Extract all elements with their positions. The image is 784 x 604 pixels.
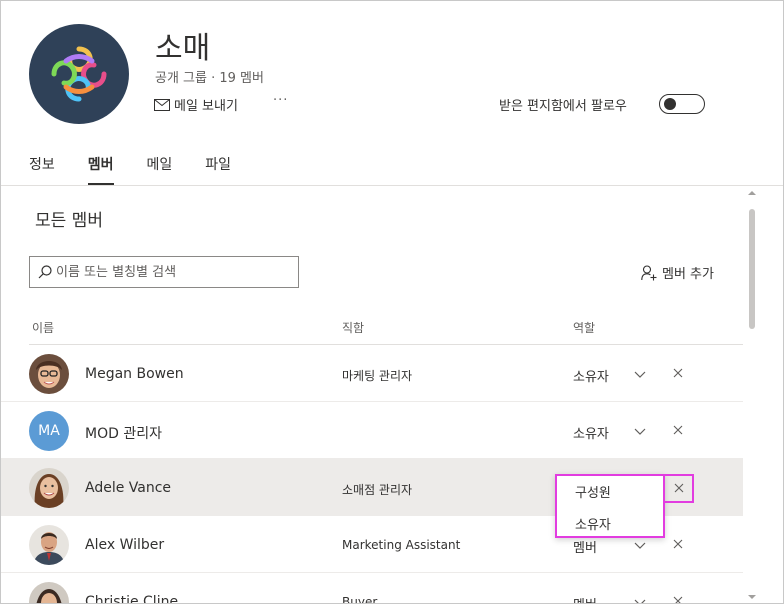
tab-bar: 정보 멤버 메일 파일 — [29, 154, 264, 185]
group-logo — [29, 24, 129, 124]
avatar — [29, 525, 69, 565]
avatar — [29, 468, 69, 508]
send-email-link[interactable]: 메일 보내기 — [154, 95, 238, 114]
more-actions-button[interactable]: ··· — [273, 93, 288, 108]
member-role: 멤버 — [573, 594, 597, 603]
member-name: Christie Cline — [85, 594, 179, 604]
member-name: Alex Wilber — [85, 537, 165, 553]
follow-toggle[interactable] — [659, 94, 705, 114]
column-header-title: 직함 — [342, 321, 365, 335]
chevron-down-icon[interactable] — [633, 367, 647, 381]
close-icon[interactable] — [671, 537, 685, 551]
tab-members[interactable]: 멤버 — [87, 154, 114, 185]
member-role: 소유자 — [573, 370, 609, 385]
search-input[interactable] — [56, 264, 286, 280]
scroll-up-icon[interactable] — [747, 189, 757, 197]
member-name: Megan Bowen — [85, 366, 184, 382]
tab-files[interactable]: 파일 — [205, 154, 231, 185]
group-subtitle: 공개 그룹 · 19 멤버 — [155, 71, 264, 86]
avatar: MA — [29, 411, 69, 451]
scroll-down-icon[interactable] — [747, 593, 757, 601]
role-option-member[interactable]: 구성원 — [575, 482, 611, 501]
scrollbar-thumb[interactable] — [749, 209, 755, 329]
close-icon[interactable] — [671, 366, 685, 380]
avatar — [29, 354, 69, 394]
member-search — [29, 256, 299, 288]
chevron-down-icon[interactable] — [633, 538, 647, 552]
member-name: Adele Vance — [85, 480, 172, 496]
role-dropdown-menu: 구성원 소유자 — [555, 474, 665, 538]
member-title: Marketing Assistant — [342, 538, 461, 552]
group-title: 소매 — [155, 31, 211, 66]
tab-about[interactable]: 정보 — [29, 154, 55, 185]
role-option-owner[interactable]: 소유자 — [575, 514, 611, 533]
mail-icon — [154, 98, 170, 111]
toggle-knob — [664, 98, 676, 110]
add-person-icon — [641, 264, 657, 280]
send-email-label: 메일 보내기 — [174, 99, 238, 114]
member-row[interactable]: MA MOD 관리자 소유자 — [1, 402, 743, 459]
avatar — [29, 582, 69, 603]
members-section-title: 모든 멤버 — [35, 211, 103, 231]
member-title: 소매점 관리자 — [342, 483, 413, 497]
chevron-down-icon[interactable] — [633, 595, 647, 604]
tabs-divider — [1, 185, 783, 186]
follow-label: 받은 편지함에서 팔로우 — [499, 99, 627, 114]
column-header-name: 이름 — [32, 321, 55, 335]
member-name: MOD 관리자 — [85, 426, 162, 442]
search-icon — [38, 265, 52, 279]
chevron-down-icon[interactable] — [633, 424, 647, 438]
member-title: Buyer — [342, 595, 378, 604]
member-row[interactable]: Megan Bowen 마케팅 관리자 소유자 — [1, 345, 743, 402]
column-header-role: 역할 — [573, 321, 596, 335]
member-role: 소유자 — [573, 427, 609, 442]
member-role: 멤버 — [573, 541, 597, 556]
remove-button-highlight — [663, 474, 694, 503]
add-member-label: 멤버 추가 — [662, 267, 714, 282]
group-logo-icon — [51, 46, 107, 102]
close-icon[interactable] — [671, 423, 685, 437]
tab-mail[interactable]: 메일 — [147, 154, 173, 185]
group-members-page: 소매 공개 그룹 · 19 멤버 메일 보내기 ··· 받은 편지함에서 팔로우… — [0, 0, 784, 604]
member-title: 마케팅 관리자 — [342, 369, 413, 383]
member-row[interactable]: Christie Cline Buyer 멤버 — [1, 573, 743, 604]
close-icon[interactable] — [671, 594, 685, 604]
add-member-button[interactable]: 멤버 추가 — [641, 263, 714, 282]
